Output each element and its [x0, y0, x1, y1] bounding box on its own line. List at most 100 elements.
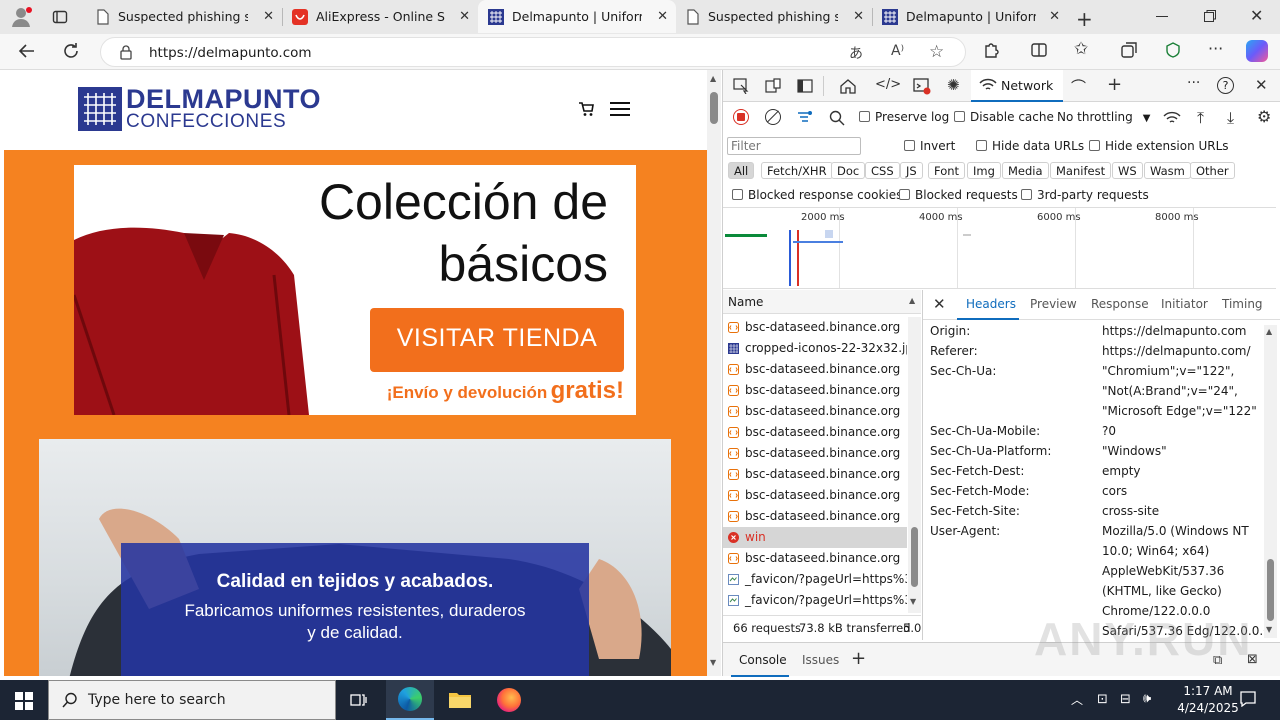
- header-value: cors: [1102, 484, 1128, 498]
- header-name: Sec-Fetch-Dest:: [930, 464, 1025, 478]
- translate-icon[interactable]: あ: [849, 43, 863, 63]
- firefox-icon[interactable]: [497, 688, 521, 712]
- notifications-icon[interactable]: [1240, 691, 1256, 707]
- copilot-icon[interactable]: [1246, 40, 1268, 62]
- address-bar[interactable]: https://delmapunto.com あ A⁾ ☆: [100, 37, 966, 67]
- hero-subtitle-line2: y de calidad.: [307, 623, 403, 642]
- page-scrollbar[interactable]: ▲ ▼: [707, 70, 721, 676]
- profile-avatar-icon[interactable]: [10, 6, 34, 28]
- volume-icon[interactable]: 🕪: [1143, 691, 1151, 706]
- hero-image: Calidad en tejidos y acabados. Fabricamo…: [39, 439, 671, 676]
- minimize-icon[interactable]: [1156, 16, 1168, 17]
- scroll-down-arrow-icon[interactable]: ▼: [710, 658, 716, 667]
- devtools-panel: </> ✺ Network ⌒ + ··· ? ✕ Preserve log D…: [722, 70, 1280, 677]
- close-window-icon[interactable]: ✕: [1250, 6, 1263, 25]
- network-tray-icon[interactable]: ⊟: [1120, 692, 1131, 707]
- cart-icon[interactable]: [578, 101, 594, 117]
- clock-time[interactable]: 1:17 AM: [1172, 684, 1244, 698]
- split-screen-icon[interactable]: [1030, 41, 1048, 59]
- tab-title: Delmapunto | Uniformid: [512, 9, 642, 24]
- logo-subtitle: CONFECCIONES: [126, 111, 287, 132]
- file-explorer-icon[interactable]: [448, 690, 472, 710]
- header-value: "Windows": [1102, 444, 1167, 458]
- header-value: AppleWebKit/537.36: [1102, 564, 1225, 578]
- drawer-tab-issues[interactable]: Issues: [802, 653, 839, 667]
- close-tab-icon[interactable]: ✕: [1049, 9, 1060, 24]
- drawer-tab-console[interactable]: Console: [731, 643, 789, 677]
- extensions-icon[interactable]: [982, 41, 1000, 59]
- header-name: User-Agent:: [930, 524, 1001, 538]
- refresh-icon[interactable]: [62, 42, 80, 60]
- tab-delmapunto-active[interactable]: Delmapunto | Uniformid ✕: [478, 0, 676, 33]
- tab-phishing-1[interactable]: Suspected phishing site | ✕: [86, 0, 282, 33]
- close-tab-icon[interactable]: ✕: [657, 9, 668, 24]
- scroll-up-arrow-icon[interactable]: ▲: [1266, 327, 1272, 336]
- tab-title: Suspected phishing site |: [708, 9, 838, 24]
- anyrun-watermark: ANY.RUN: [1034, 613, 1253, 665]
- windows-start-icon[interactable]: [15, 692, 33, 710]
- add-drawer-tab-icon[interactable]: +: [851, 648, 866, 669]
- header-name: Origin:: [930, 324, 971, 338]
- scrollbar-thumb[interactable]: [710, 92, 718, 124]
- site-header: DELMAPUNTO CONFECCIONES: [4, 70, 707, 150]
- header-value: "Microsoft Edge";v="122": [1102, 404, 1257, 418]
- header-value: "Not(A:Brand";v="24",: [1102, 384, 1238, 398]
- page-icon: [96, 8, 110, 25]
- aliexpress-icon: [292, 8, 308, 25]
- favorites-icon[interactable]: ✩: [1074, 39, 1088, 59]
- tab-aliexpress[interactable]: AliExpress - Online Shopp ✕: [282, 0, 478, 33]
- header-name: Referer:: [930, 344, 978, 358]
- taskbar-search[interactable]: Type here to search: [48, 680, 336, 720]
- security-tray-icon[interactable]: ⊡: [1097, 692, 1108, 707]
- performance-icon[interactable]: [1164, 41, 1182, 59]
- scroll-down-arrow-icon[interactable]: ▼: [1266, 625, 1272, 634]
- scrollbar-thumb[interactable]: [1267, 559, 1274, 621]
- tab-title: AliExpress - Online Shopp: [316, 9, 446, 24]
- header-value: cross-site: [1102, 504, 1160, 518]
- show-hidden-icons-icon[interactable]: ︿: [1071, 691, 1083, 708]
- header-value: https://delmapunto.com/: [1102, 344, 1251, 358]
- tab-bar: Suspected phishing site | ✕ AliExpress -…: [0, 0, 1280, 34]
- delmapunto-icon: [882, 8, 898, 25]
- close-tab-icon[interactable]: ✕: [853, 9, 864, 24]
- header-name: Sec-Fetch-Mode:: [930, 484, 1030, 498]
- collections-icon[interactable]: [1120, 41, 1138, 59]
- tab-title: Suspected phishing site |: [118, 9, 248, 24]
- shipping-text: ¡Envío y devolución gratis!: [387, 377, 624, 405]
- delmapunto-logo[interactable]: DELMAPUNTO CONFECCIONES: [78, 84, 338, 133]
- header-value: https://delmapunto.com: [1102, 324, 1247, 338]
- back-icon[interactable]: [18, 42, 36, 60]
- windows-taskbar: Type here to search ︿ ⊡ ⊟ 🕪 1:17 AM 4/24…: [0, 680, 1280, 720]
- detail-scrollbar[interactable]: ▲ ▼: [1264, 325, 1277, 638]
- scroll-up-arrow-icon[interactable]: ▲: [710, 74, 716, 83]
- close-tab-icon[interactable]: ✕: [263, 9, 274, 24]
- header-value: ?0: [1102, 424, 1117, 438]
- url-text: https://delmapunto.com: [149, 45, 312, 61]
- tab-actions-icon[interactable]: [52, 9, 68, 25]
- header-value: Mozilla/5.0 (Windows NT: [1102, 524, 1249, 538]
- task-view-icon[interactable]: [350, 692, 368, 708]
- search-placeholder: Type here to search: [88, 692, 226, 708]
- tab-phishing-2[interactable]: Suspected phishing site | ✕: [676, 0, 872, 33]
- search-icon: [62, 692, 78, 708]
- edge-taskbar-icon[interactable]: [386, 680, 434, 720]
- address-row: https://delmapunto.com あ A⁾ ☆ ✩ ···: [0, 34, 1280, 70]
- read-aloud-icon[interactable]: A⁾: [891, 43, 904, 59]
- header-name: Sec-Fetch-Site:: [930, 504, 1020, 518]
- favorite-star-icon[interactable]: ☆: [929, 42, 944, 62]
- restore-icon[interactable]: [1204, 10, 1216, 22]
- website-viewport: DELMAPUNTO CONFECCIONES Colección de bás…: [4, 70, 707, 676]
- hero-title: Calidad en tejidos y acabados.: [216, 571, 494, 592]
- new-tab-icon[interactable]: +: [1076, 7, 1093, 31]
- lock-icon[interactable]: [119, 45, 133, 60]
- clock-date[interactable]: 4/24/2025: [1166, 701, 1250, 715]
- red-sweater-image: [74, 165, 314, 415]
- header-name: Sec-Ch-Ua-Mobile:: [930, 424, 1041, 438]
- close-tab-icon[interactable]: ✕: [459, 9, 470, 24]
- tab-delmapunto-2[interactable]: Delmapunto | Uniformid ✕: [872, 0, 1068, 33]
- promo-banner[interactable]: Colección de básicos VISITAR TIENDA ¡Env…: [74, 165, 636, 415]
- header-value: 10.0; Win64; x64): [1102, 544, 1210, 558]
- more-menu-icon[interactable]: ···: [1208, 39, 1223, 58]
- hamburger-menu-icon[interactable]: [610, 101, 630, 117]
- shipping-free: gratis!: [550, 377, 624, 404]
